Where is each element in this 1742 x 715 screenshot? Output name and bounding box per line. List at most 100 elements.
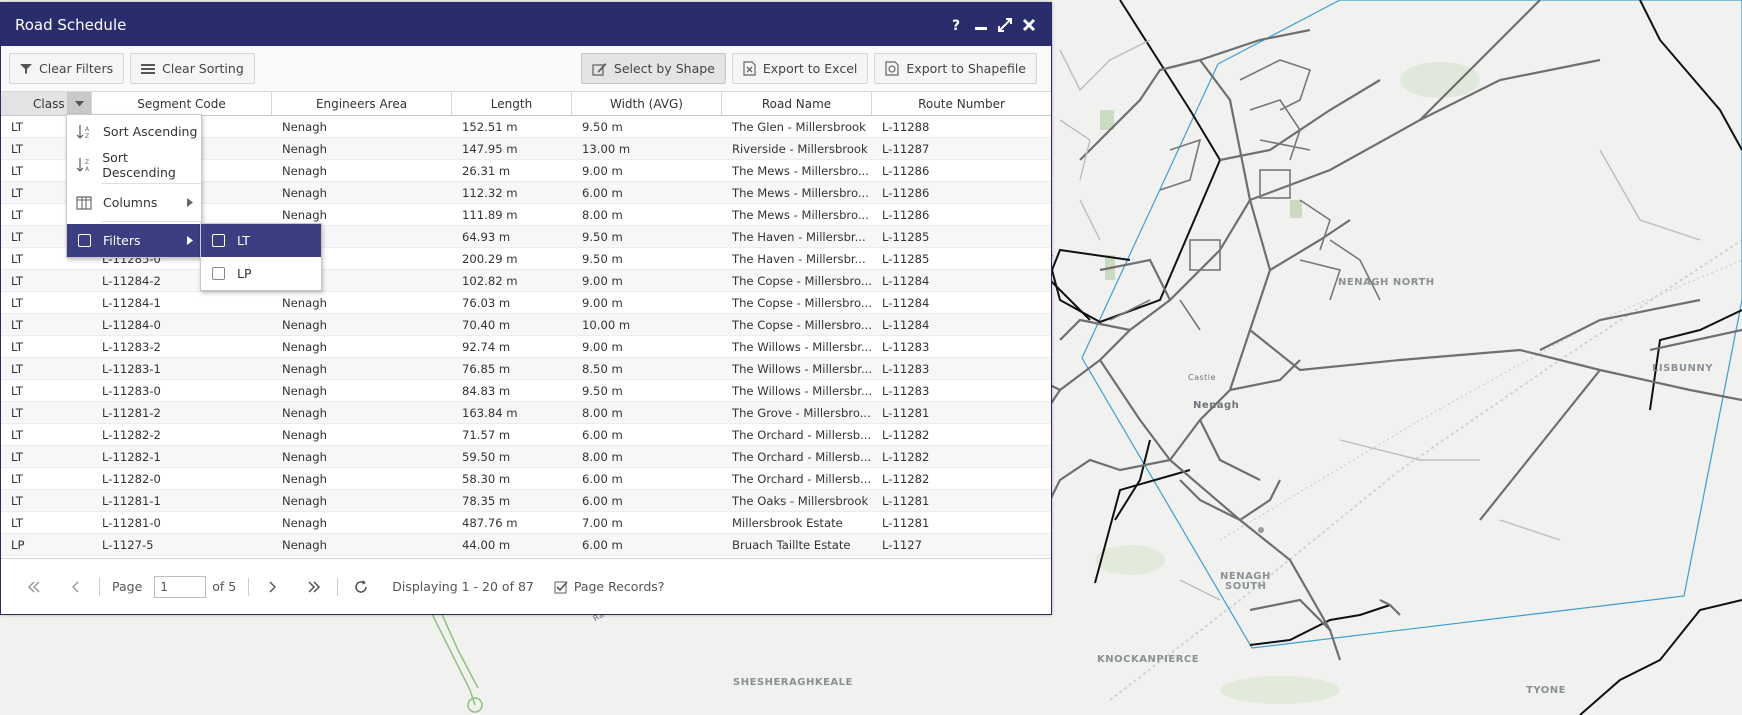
cell-road-name: The Copse - Millersbro... [732,273,872,288]
cell-class: LT [11,515,23,530]
table-row[interactable]: LT L-11282-2 Nenagh 71.57 m 6.00 m The Orchar… [1,424,1051,446]
refresh-icon[interactable] [350,579,372,594]
close-icon[interactable] [1021,17,1037,33]
edit-shape-icon [592,62,607,76]
prev-page-icon[interactable] [65,580,87,593]
table-row[interactable]: LT L-11283-1 Nenagh 76.85 m 8.50 m The Willow… [1,358,1051,380]
column-header-road-name[interactable]: Road Name [722,92,872,115]
column-header-engineers-area[interactable]: Engineers Area [272,92,452,115]
help-icon[interactable]: ? [949,17,965,33]
cell-segment-code: L-11282-1 [102,449,161,464]
filter-lp-checkbox[interactable] [209,265,227,283]
cell-road-name: The Oaks - Millersbrook [732,493,869,508]
table-row[interactable]: LT L-11283-2 Nenagh 92.74 m 9.00 m The Willow… [1,336,1051,358]
cell-engineers-area: Nenagh [282,317,327,332]
filters-checkbox-icon [75,232,93,250]
cell-segment-code: L-11283-1 [102,361,161,376]
first-page-icon[interactable] [23,580,45,593]
cell-length: 487.76 m [462,515,518,530]
cell-length: 76.03 m [462,295,511,310]
cell-width: 8.00 m [582,405,623,420]
toolbar: Clear Filters Clear Sorting Select by Sh… [1,46,1051,92]
table-row[interactable]: LP L-1127-5 Nenagh 44.00 m 6.00 m Bruach Tail… [1,534,1051,556]
svg-text:A: A [85,126,90,133]
cell-width: 8.50 m [582,361,623,376]
map-label-tyone: TYONE [1526,685,1566,696]
table-row[interactable]: LT L-11282-0 Nenagh 58.30 m 6.00 m The Orchar… [1,468,1051,490]
cell-length: 102.82 m [462,273,518,288]
cell-class: LT [11,405,23,420]
svg-text:Z: Z [85,133,89,140]
cell-road-name: The Copse - Millersbro... [732,317,872,332]
map-label-knockanpierce: KNOCKANPIERCE [1097,654,1200,665]
sort-ascending-label: Sort Ascending [103,124,198,139]
cell-road-name: The Copse - Millersbro... [732,295,872,310]
table-row[interactable]: LT L-11284-2 102.82 m 9.00 m The Copse - Mil… [1,270,1051,292]
table-row[interactable]: LT L-11281-2 Nenagh 163.84 m 8.00 m The Grove… [1,402,1051,424]
cell-class: LT [11,273,23,288]
column-menu-trigger[interactable] [67,92,91,115]
cell-width: 7.00 m [582,515,623,530]
column-header-segment-code[interactable]: Segment Code [92,92,272,115]
cell-engineers-area: Nenagh [282,163,327,178]
shapefile-icon [885,61,900,76]
columns-item[interactable]: Columns [67,186,201,219]
export-shapefile-button[interactable]: Export to Shapefile [874,53,1037,84]
cell-engineers-area: Nenagh [282,207,327,222]
column-header-route-number[interactable]: Route Number [872,92,1051,115]
cell-road-name: The Grove - Millersbro... [732,405,871,420]
cell-class: LT [11,339,23,354]
next-page-icon[interactable] [261,580,283,593]
table-row[interactable]: LT L-11284-1 Nenagh 76.03 m 9.00 m The Copse … [1,292,1051,314]
pager-divider [99,577,100,596]
export-excel-button[interactable]: Export to Excel [731,53,869,84]
filters-item[interactable]: Filters [67,224,201,257]
cell-length: 112.32 m [462,185,518,200]
cell-route-number: L-11288 [882,119,930,134]
window-titlebar[interactable]: Road Schedule ? [1,3,1051,46]
page-number-input[interactable] [154,575,207,598]
clear-sorting-button[interactable]: Clear Sorting [130,53,255,84]
filter-option-lt[interactable]: LT [201,224,321,257]
sort-ascending-item[interactable]: AZ Sort Ascending [67,115,201,148]
filter-option-lp[interactable]: LP [201,257,321,290]
table-row[interactable]: LT L-11281-1 Nenagh 78.35 m 6.00 m The Oaks -… [1,490,1051,512]
column-header-class[interactable]: Class [1,92,92,115]
cell-route-number: L-11283 [882,361,930,376]
filter-lt-checkbox[interactable] [209,232,227,250]
table-row[interactable]: LT L-11282-1 Nenagh 59.50 m 8.00 m The Orchar… [1,446,1051,468]
cell-engineers-area: Nenagh [282,119,327,134]
page-label: Page [112,579,143,594]
cell-engineers-area: Nenagh [282,449,327,464]
cell-class: LT [11,471,23,486]
cell-road-name: Riverside - Millersbrook [732,141,868,156]
table-row[interactable]: LT L-11281-0 Nenagh 487.76 m 7.00 m Millersbr… [1,512,1051,534]
cell-road-name: The Orchard - Millersb... [732,449,872,464]
cell-segment-code: L-11282-2 [102,427,161,442]
cell-length: 152.51 m [462,119,518,134]
cell-width: 6.00 m [582,185,623,200]
cell-road-name: The Willows - Millersbr... [732,383,872,398]
table-row[interactable]: LT L-11284-0 Nenagh 70.40 m 10.00 m The Copse… [1,314,1051,336]
columns-icon [75,194,93,212]
sort-descending-item[interactable]: ZA Sort Descending [67,148,201,181]
table-row[interactable]: LT L-11283-0 Nenagh 84.83 m 9.50 m The Willow… [1,380,1051,402]
column-header-class-label: Class [33,96,65,111]
clear-filters-button[interactable]: Clear Filters [9,53,125,84]
page-records-toggle[interactable]: Page Records? [554,579,664,594]
cell-width: 6.00 m [582,427,623,442]
cell-route-number: L-11282 [882,471,930,486]
minimize-icon[interactable] [973,17,989,33]
column-header-width[interactable]: Width (AVG) [572,92,722,115]
cell-engineers-area: Nenagh [282,361,327,376]
cell-road-name: The Orchard - Millersb... [732,471,872,486]
cell-segment-code: L-11284-0 [102,317,161,332]
sort-ascending-icon: AZ [75,123,93,141]
pager-divider [337,577,339,596]
maximize-icon[interactable] [997,17,1013,33]
column-header-length[interactable]: Length [452,92,572,115]
cell-segment-code: L-11281-0 [102,515,161,530]
select-by-shape-button[interactable]: Select by Shape [580,53,726,84]
last-page-icon[interactable] [303,580,325,593]
cell-class: LT [11,383,23,398]
